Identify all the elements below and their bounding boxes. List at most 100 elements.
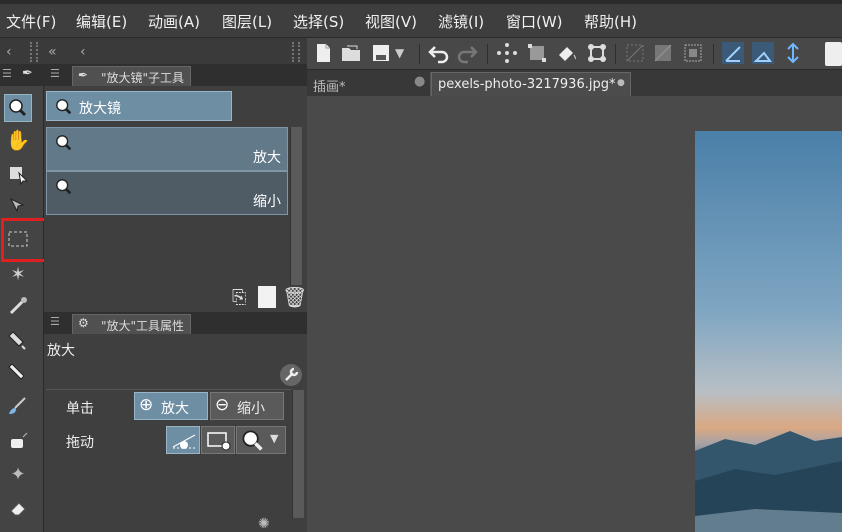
trash-icon[interactable]: 🗑 bbox=[282, 285, 307, 309]
drag-label: 拖动 bbox=[66, 435, 94, 451]
collapse-double-left-icon[interactable]: « bbox=[48, 44, 57, 60]
airbrush-icon bbox=[11, 432, 28, 448]
tool-move[interactable] bbox=[4, 192, 32, 220]
sparkle-icon: ✦ bbox=[10, 463, 26, 485]
pen-nib-icon: ✒ bbox=[22, 66, 33, 81]
undo-icon[interactable] bbox=[427, 41, 451, 65]
menu-select[interactable]: 选择(S) bbox=[293, 11, 344, 32]
magnifier-icon bbox=[56, 179, 72, 195]
subtool-item-label: 放大 bbox=[253, 150, 281, 166]
panel-menu-icon[interactable]: ☰ bbox=[50, 67, 60, 80]
drag-zoom-slide-option[interactable] bbox=[166, 426, 200, 454]
redo-icon[interactable] bbox=[455, 41, 479, 65]
save-dropdown-icon[interactable]: ▼ bbox=[395, 41, 419, 65]
subtool-group-label: 放大镜 bbox=[79, 101, 121, 117]
subtool-panel-header: ☰ ✒ "放大镜"子工具 bbox=[44, 64, 307, 86]
subtool-tab[interactable]: ✒ "放大镜"子工具 bbox=[72, 66, 192, 86]
menu-animation[interactable]: 动画(A) bbox=[148, 11, 200, 32]
clear-icon[interactable] bbox=[495, 41, 519, 65]
menu-window[interactable]: 窗口(W) bbox=[506, 11, 563, 32]
move-layer-icon bbox=[9, 197, 25, 213]
copy-subtool-icon[interactable]: ⎘ bbox=[232, 287, 246, 308]
color-swatch[interactable] bbox=[825, 42, 842, 66]
grip-icon[interactable] bbox=[292, 42, 300, 62]
grid-snap-icon[interactable] bbox=[781, 41, 805, 65]
tool-palette-header: ☰ ✒ bbox=[0, 64, 44, 86]
grid-icon[interactable] bbox=[681, 41, 705, 65]
doc-tab-illustration[interactable]: 插画* bbox=[307, 72, 431, 96]
grip-icon[interactable] bbox=[30, 42, 38, 62]
menu-edit[interactable]: 编辑(E) bbox=[76, 11, 127, 32]
property-scrollbar[interactable] bbox=[292, 390, 304, 518]
special-ruler-icon[interactable] bbox=[751, 41, 775, 65]
layer-icon[interactable] bbox=[651, 41, 675, 65]
settings-spinner-icon[interactable]: ✺ bbox=[258, 516, 270, 532]
document-tabs: 插画* ● pexels-photo-3217936.jpg* ● bbox=[307, 70, 842, 96]
tool-auto-select[interactable]: ✶ bbox=[4, 260, 32, 288]
tool-eraser[interactable] bbox=[4, 494, 32, 522]
subtool-item-zoom-in[interactable]: 放大 bbox=[46, 127, 288, 171]
hand-icon: ✋ bbox=[5, 128, 31, 152]
grid-hide-icon[interactable] bbox=[623, 41, 647, 65]
drag-zoom-dropdown[interactable]: ▼ bbox=[236, 426, 286, 454]
canvas-image[interactable] bbox=[695, 131, 842, 532]
tool-pen[interactable] bbox=[4, 326, 32, 354]
magic-wand-icon: ✶ bbox=[10, 263, 26, 285]
tool-zoom[interactable] bbox=[4, 94, 32, 122]
drag-zoom-rect-option[interactable] bbox=[201, 426, 235, 454]
save-icon[interactable] bbox=[369, 41, 393, 65]
tool-airbrush[interactable] bbox=[4, 426, 32, 454]
menu-view[interactable]: 视图(V) bbox=[365, 11, 417, 32]
tool-decoration[interactable]: ✦ bbox=[4, 460, 32, 488]
tool-property-panel bbox=[44, 312, 307, 532]
menu-layer[interactable]: 图层(L) bbox=[222, 11, 272, 32]
mountain-silhouette bbox=[695, 431, 842, 532]
new-subtool-icon[interactable] bbox=[258, 286, 276, 308]
crop-icon[interactable] bbox=[585, 41, 609, 65]
tool-property-header: ☰ ⚙ "放大"工具属性 bbox=[44, 312, 307, 334]
transform-icon[interactable] bbox=[525, 41, 549, 65]
tool-brush[interactable] bbox=[4, 392, 32, 420]
tool-pencil[interactable] bbox=[4, 358, 32, 386]
subtool-item-zoom-out[interactable]: 缩小 bbox=[46, 171, 288, 215]
eyedropper-icon bbox=[9, 297, 27, 315]
tool-property-tab[interactable]: ⚙ "放大"工具属性 bbox=[72, 314, 192, 334]
magnifier-icon bbox=[242, 430, 263, 451]
tool-object[interactable] bbox=[4, 160, 32, 188]
magnifier-icon bbox=[56, 99, 72, 115]
tool-hand[interactable]: ✋ bbox=[4, 126, 32, 154]
menu-help[interactable]: 帮助(H) bbox=[584, 11, 637, 32]
ruler-snap-icon[interactable] bbox=[721, 41, 745, 65]
panel-menu-icon[interactable]: ☰ bbox=[50, 315, 60, 328]
annotation-highlight-box bbox=[1, 218, 49, 262]
app-window: 文件(F) 编辑(E) 动画(A) 图层(L) 选择(S) 视图(V) 滤镜(I… bbox=[0, 0, 842, 532]
click-zoom-out-option[interactable]: ⊖ 缩小 bbox=[210, 392, 284, 420]
fill-icon[interactable] bbox=[555, 41, 579, 65]
magnifier-icon bbox=[56, 135, 72, 151]
pen-nib-icon: ✒ bbox=[78, 68, 89, 82]
wrench-icon[interactable] bbox=[279, 363, 303, 387]
tab-dot-icon[interactable]: ● bbox=[414, 74, 425, 89]
subtool-group-button[interactable]: 放大镜 bbox=[46, 91, 232, 121]
zoom-slide-icon bbox=[172, 434, 196, 449]
new-file-icon[interactable] bbox=[311, 41, 335, 65]
pencil-icon bbox=[8, 363, 25, 380]
pen-icon bbox=[8, 331, 26, 350]
menu-icon[interactable]: ☰ bbox=[2, 67, 12, 80]
click-option-label: 放大 bbox=[161, 401, 189, 417]
click-zoom-in-option[interactable]: ⊕ 放大 bbox=[134, 392, 208, 420]
doc-tab-photo[interactable]: pexels-photo-3217936.jpg* bbox=[431, 72, 631, 96]
tool-property-title: "放大"工具属性 bbox=[101, 319, 185, 333]
tool-eyedropper[interactable] bbox=[4, 292, 32, 320]
eraser-icon bbox=[10, 502, 26, 516]
collapse-left-icon[interactable]: ‹ bbox=[80, 44, 86, 60]
object-select-icon bbox=[10, 167, 29, 185]
click-option-label: 缩小 bbox=[237, 401, 265, 417]
menu-filter[interactable]: 滤镜(I) bbox=[438, 11, 484, 32]
menu-file[interactable]: 文件(F) bbox=[6, 11, 56, 32]
menu-bar: 文件(F) 编辑(E) 动画(A) 图层(L) 选择(S) 视图(V) 滤镜(I… bbox=[0, 0, 842, 38]
tab-dot-icon[interactable]: ● bbox=[617, 78, 625, 88]
collapse-left-icon[interactable]: ‹ bbox=[6, 44, 12, 60]
subtool-scrollbar[interactable] bbox=[290, 127, 302, 285]
open-folder-icon[interactable] bbox=[339, 41, 363, 65]
